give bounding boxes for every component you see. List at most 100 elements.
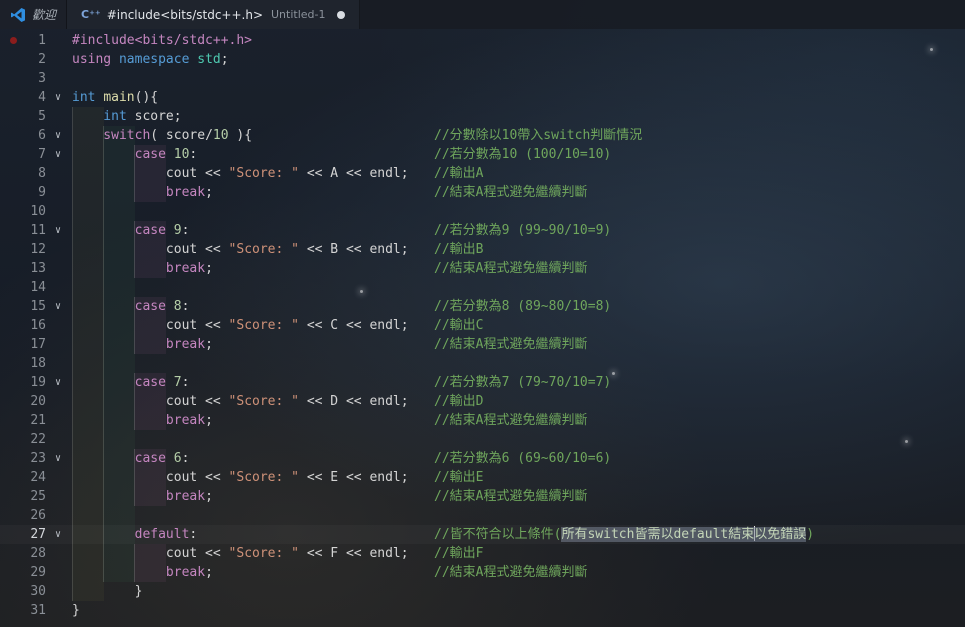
code-line[interactable]: 24 cout << "Score: " << E << endl; //輸出E: [0, 468, 965, 487]
code-text: case 10:: [72, 145, 198, 164]
fold-chevron-icon[interactable]: ∨: [55, 297, 61, 316]
code-text: int main(){: [72, 88, 158, 107]
code-token: #include<bits/stdc++.h>: [72, 33, 253, 48]
tab-untitled-1[interactable]: C⁺⁺ #include<bits/stdc++.h> Untitled-1: [67, 0, 361, 29]
code-line[interactable]: 26: [0, 506, 965, 525]
code-line[interactable]: 9 break; //結束A程式避免繼續判斷: [0, 183, 965, 202]
code-line[interactable]: 20 cout << "Score: " << D << endl; //輸出D: [0, 392, 965, 411]
code-text: cout << "Score: " << D << endl;: [72, 392, 409, 411]
code-line[interactable]: 30 }: [0, 582, 965, 601]
selected-text: 以免錯誤: [754, 527, 807, 542]
code-line[interactable]: 14: [0, 278, 965, 297]
code-line[interactable]: 17 break; //結束A程式避免繼續判斷: [0, 335, 965, 354]
code-text: break;: [72, 411, 213, 430]
code-token: int: [72, 109, 135, 124]
line-number: 28: [30, 546, 46, 561]
code-line[interactable]: 27 ∨ default: //皆不符合以上條件(所有switch皆需以defaul…: [0, 525, 965, 544]
code-token: << C << endl;: [299, 318, 409, 333]
code-token: cout <<: [72, 318, 229, 333]
comment-text: //皆不符合以上條件(: [434, 527, 562, 542]
fold-chevron-icon[interactable]: ∨: [55, 126, 61, 145]
code-line[interactable]: 11 ∨ case 9: //若分數為9 (99~90/10=9): [0, 221, 965, 240]
code-line[interactable]: 1 #include<bits/stdc++.h>: [0, 31, 965, 50]
code-token: main: [103, 90, 135, 105]
code-line[interactable]: 10: [0, 202, 965, 221]
line-number: 9: [38, 185, 46, 200]
code-text: #include<bits/stdc++.h>: [72, 31, 252, 50]
line-number: 21: [30, 413, 46, 428]
comment-text: ): [806, 527, 815, 542]
code-text: switch( score/10 ){: [72, 126, 252, 145]
code-token: switch: [72, 128, 151, 143]
code-line[interactable]: 29 break; //結束A程式避免繼續判斷: [0, 563, 965, 582]
line-number: 22: [30, 432, 46, 447]
code-token: ;: [205, 565, 213, 580]
code-token: break: [72, 565, 206, 580]
code-token: break: [72, 261, 206, 276]
code-token: cout <<: [72, 546, 229, 561]
line-number: 24: [30, 470, 46, 485]
fold-chevron-icon[interactable]: ∨: [55, 145, 61, 164]
code-line[interactable]: 15 ∨ case 8: //若分數為8 (89~80/10=8): [0, 297, 965, 316]
code-line[interactable]: 25 break; //結束A程式避免繼續判斷: [0, 487, 965, 506]
code-token: namespace: [118, 52, 198, 67]
code-line[interactable]: 3: [0, 69, 965, 88]
breakpoint-icon[interactable]: [10, 37, 17, 44]
code-comment: //結束A程式避免繼續判斷: [434, 337, 588, 352]
code-line[interactable]: 16 cout << "Score: " << C << endl; //輸出C: [0, 316, 965, 335]
code-text: break;: [72, 183, 213, 202]
code-text: case 9:: [72, 221, 190, 240]
code-text: default:: [72, 525, 198, 544]
code-line[interactable]: 28 cout << "Score: " << F << endl; //輸出F: [0, 544, 965, 563]
line-number: 6: [38, 128, 46, 143]
code-comment: //輸出A: [434, 166, 484, 181]
code-line[interactable]: 12 cout << "Score: " << B << endl; //輸出B: [0, 240, 965, 259]
code-line[interactable]: 22: [0, 430, 965, 449]
code-token: }: [72, 603, 80, 618]
code-token: break: [72, 337, 206, 352]
code-token: case: [72, 223, 174, 238]
code-line[interactable]: 23 ∨ case 6: //若分數為6 (69~60/10=6): [0, 449, 965, 468]
code-token: ;: [205, 261, 213, 276]
code-line[interactable]: 2 using namespace std;: [0, 50, 965, 69]
fold-chevron-icon[interactable]: ∨: [55, 449, 61, 468]
code-token: cout <<: [72, 166, 229, 181]
code-line[interactable]: 31}: [0, 601, 965, 620]
line-number: 14: [30, 280, 46, 295]
tab-welcome[interactable]: 歡迎: [0, 0, 68, 29]
fold-chevron-icon[interactable]: ∨: [55, 525, 61, 544]
code-line[interactable]: 8 cout << "Score: " << A << endl; //輸出A: [0, 164, 965, 183]
code-comment: //結束A程式避免繼續判斷: [434, 565, 588, 580]
code-text: cout << "Score: " << C << endl;: [72, 316, 409, 335]
line-number: 27: [30, 527, 46, 542]
fold-chevron-icon[interactable]: ∨: [55, 373, 61, 392]
code-line[interactable]: 5 int score;: [0, 107, 965, 126]
cpp-file-icon: C⁺⁺: [81, 8, 101, 21]
code-token: break: [72, 413, 206, 428]
code-line[interactable]: 19 ∨ case 7: //若分數為7 (79~70/10=7): [0, 373, 965, 392]
code-token: << A << endl;: [299, 166, 409, 181]
code-comment: //輸出B: [434, 242, 484, 257]
editor-tab-bar: 歡迎 C⁺⁺ #include<bits/stdc++.h> Untitled-…: [0, 0, 965, 29]
fold-chevron-icon[interactable]: ∨: [55, 88, 61, 107]
code-token: }: [72, 584, 143, 599]
code-comment: //輸出D: [434, 394, 484, 409]
line-number: 8: [38, 166, 46, 181]
code-token: case: [72, 375, 174, 390]
line-number: 20: [30, 394, 46, 409]
code-line[interactable]: 18: [0, 354, 965, 373]
tab-label: 歡迎: [32, 8, 57, 22]
code-token: int: [72, 90, 104, 105]
code-line[interactable]: 6 ∨ switch( score/10 ){//分數除以10帶入switch判斷…: [0, 126, 965, 145]
unsaved-dot-icon[interactable]: [337, 10, 346, 19]
code-comment: //結束A程式避免繼續判斷: [434, 185, 588, 200]
line-number: 10: [30, 204, 46, 219]
code-comment: //結束A程式避免繼續判斷: [434, 261, 588, 276]
code-line[interactable]: 21 break; //結束A程式避免繼續判斷: [0, 411, 965, 430]
fold-chevron-icon[interactable]: ∨: [55, 221, 61, 240]
code-line[interactable]: 7 ∨ case 10: //若分數為10 (100/10=10): [0, 145, 965, 164]
code-line[interactable]: 4 ∨ int main(){: [0, 88, 965, 107]
code-token: case: [72, 147, 174, 162]
code-line[interactable]: 13 break; //結束A程式避免繼續判斷: [0, 259, 965, 278]
code-editor[interactable]: 1 #include<bits/stdc++.h> 2 using namespace…: [0, 29, 965, 627]
